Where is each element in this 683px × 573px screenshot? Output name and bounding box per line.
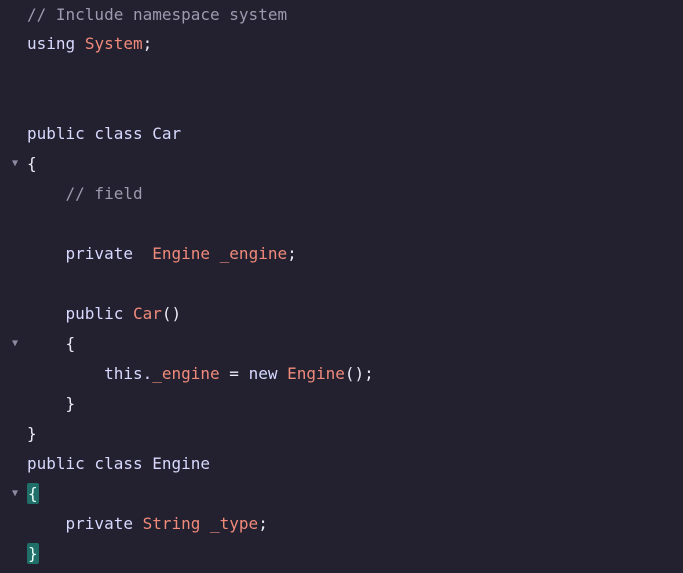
code-token: ; [287,244,297,263]
code-text: { [27,479,39,509]
code-text: } [27,539,39,569]
code-line[interactable]: } [0,389,683,419]
code-text: } [27,389,76,419]
code-token: public class Engine [27,454,211,473]
code-token: private [27,514,143,533]
code-line[interactable]: using System; [0,29,683,59]
code-token: String _type [142,514,259,533]
fold-toggle-icon[interactable]: ▼ [8,329,22,359]
fold-toggle-icon[interactable]: ▼ [8,149,22,179]
fold-toggle-icon[interactable]: ▼ [8,479,22,509]
code-line[interactable]: public class Engine [0,449,683,479]
code-token: System [84,34,143,53]
code-text: // Include namespace system [27,0,287,30]
code-text: this._engine = new Engine(); [27,359,374,389]
code-token: this. [27,364,153,383]
matched-brace: { [27,483,39,504]
code-line[interactable]: public Car() [0,299,683,329]
code-line[interactable]: // Include namespace system [0,0,683,30]
code-line[interactable] [0,89,683,119]
code-line[interactable]: ▼{ [0,479,683,509]
code-token: } [27,424,37,443]
code-line[interactable]: // field [0,179,683,209]
code-token: Engine [287,364,345,383]
code-token: = [219,364,249,383]
code-text: public class Car [27,119,181,149]
code-token: (); [344,364,374,383]
code-comment: // field [65,184,143,203]
code-token: Car [132,304,162,323]
code-line[interactable]: } [0,539,683,569]
code-token: using [27,34,76,53]
code-line[interactable] [0,59,683,89]
code-token: public class Car [27,124,182,143]
code-text: } [27,419,37,449]
code-text: private String _type; [27,509,268,539]
code-line[interactable]: public class Car [0,119,683,149]
code-text: public Car() [27,299,182,329]
code-comment: // Include namespace system [27,5,288,24]
code-line[interactable] [0,269,683,299]
matched-brace: } [27,543,39,564]
code-token: ; [258,514,268,533]
code-text: { [27,329,76,359]
code-token: () [161,304,182,323]
code-editor[interactable]: // Include namespace system using System;… [0,0,683,573]
code-text: private Engine _engine; [27,239,297,269]
code-line[interactable]: private Engine _engine; [0,239,683,269]
code-token: public [27,304,133,323]
code-token: { [27,154,37,173]
code-line[interactable]: } [0,419,683,449]
code-line[interactable]: ▼ { [0,329,683,359]
code-text: using System; [27,29,152,59]
code-text: { [27,149,37,179]
code-line[interactable]: this._engine = new Engine(); [0,359,683,389]
code-text: // field [27,179,143,209]
code-line[interactable]: ▼{ [0,149,683,179]
code-line[interactable]: private String _type; [0,509,683,539]
code-token: { [27,334,76,353]
code-token: Engine _engine [152,244,288,263]
code-token: ; [142,34,153,53]
code-token: private [27,244,153,263]
code-token: _engine [152,364,220,383]
code-token: new [248,364,288,383]
code-line[interactable] [0,209,683,239]
code-text: public class Engine [27,449,210,479]
code-token: } [27,394,76,413]
